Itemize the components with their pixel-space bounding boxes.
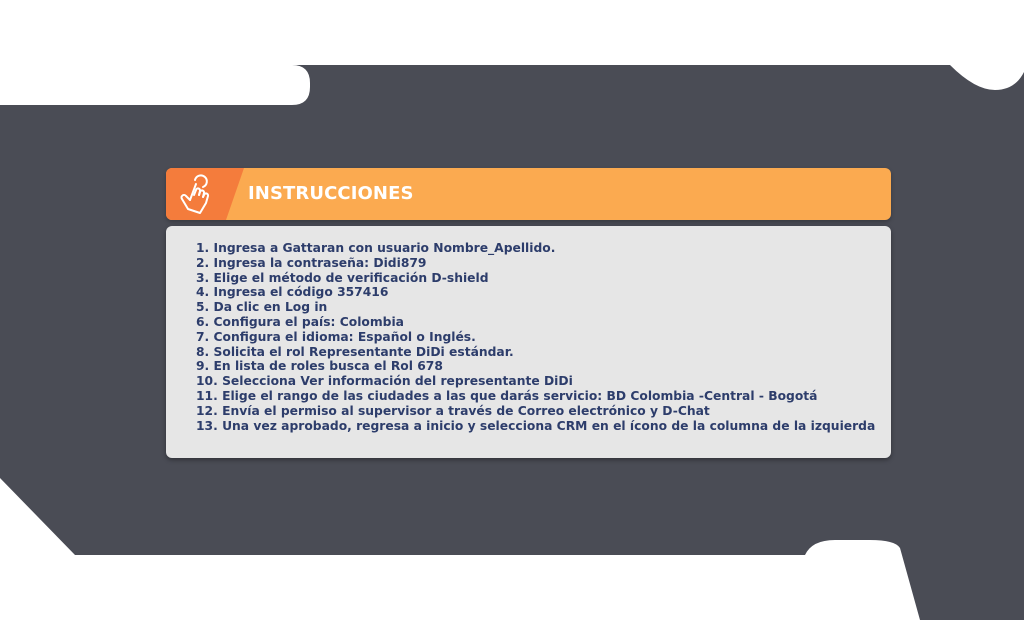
step-item: 9. En lista de roles busca el Rol 678: [196, 359, 443, 374]
step-item: 8. Solicita el rol Representante DiDi es…: [196, 344, 514, 359]
step-item: 3. Elige el método de verificación D-shi…: [196, 270, 489, 285]
step-item: 4. Ingresa el código 357416: [196, 285, 389, 300]
step-item: 13. Una vez aprobado, regresa a inicio y…: [196, 418, 876, 433]
step-item: 7. Configura el idioma: Español o Inglés…: [196, 329, 476, 344]
steps-list: 1. Ingresa a Gattaran con usuario Nombre…: [196, 241, 875, 433]
step-item: 11. Elige el rango de las ciudades a las…: [196, 388, 818, 403]
instructions-card: INSTRUCCIONES 1. Ingresa a Gattaran con …: [166, 168, 891, 458]
card-header: INSTRUCCIONES: [166, 168, 891, 220]
card-title: INSTRUCCIONES: [248, 183, 414, 204]
card-body: 1. Ingresa a Gattaran con usuario Nombre…: [166, 226, 891, 458]
step-item: 10. Selecciona Ver información del repre…: [196, 374, 573, 389]
step-item: 2. Ingresa la contraseña: Didi879: [196, 255, 427, 270]
hand-pointer-icon: [180, 174, 210, 214]
step-item: 6. Configura el país: Colombia: [196, 314, 404, 329]
step-item: 1. Ingresa a Gattaran con usuario Nombre…: [196, 241, 556, 255]
step-item: 5. Da clic en Log in: [196, 300, 328, 315]
step-item: 12. Envía el permiso al supervisor a tra…: [196, 403, 710, 418]
